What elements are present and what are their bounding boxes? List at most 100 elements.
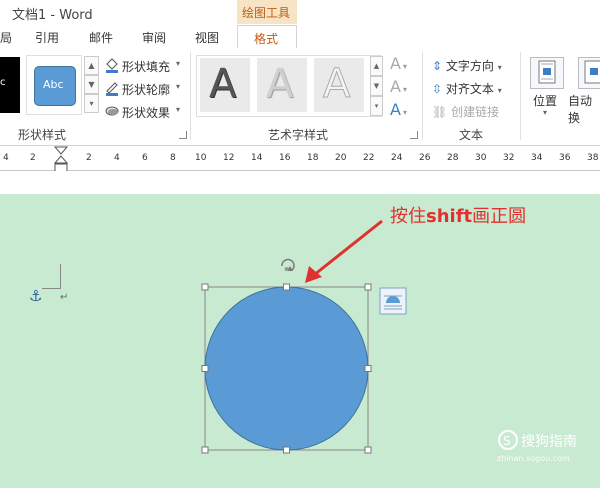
wordart-letter: A (209, 61, 237, 107)
text-outline-icon: A (390, 77, 401, 96)
annotation-prefix: 按住 (390, 206, 426, 227)
wordart-style-gray[interactable]: A (257, 58, 307, 112)
chevron-down-icon: ▾ (176, 59, 181, 68)
annotation-key: shift (426, 206, 473, 227)
rotate-handle-icon[interactable] (281, 258, 295, 271)
ruler-number: 14 (251, 153, 263, 163)
ruler-number: 32 (503, 153, 515, 163)
position-label: 位置 (533, 94, 558, 108)
chevron-down-icon: ▾ (497, 63, 502, 72)
create-link-label: 创建链接 (451, 105, 500, 119)
tab-layout-partial[interactable]: 局 (0, 29, 12, 46)
style-scroll-down-button[interactable]: ▼ (84, 75, 99, 94)
wrap-text-button[interactable] (578, 57, 600, 89)
chevron-down-icon: ▾ (497, 86, 502, 95)
ruler-number: 22 (363, 153, 375, 163)
ruler-number: 24 (391, 153, 403, 163)
svg-text:S: S (503, 434, 511, 448)
drawing-tools-label: 绘图工具 (242, 6, 291, 20)
layout-options-icon[interactable] (379, 287, 407, 315)
wordart-scroll-down-button[interactable]: ▼ (370, 76, 383, 96)
text-direction-label: 文字方向 (445, 59, 494, 73)
wordart-style-outline[interactable]: A (314, 58, 364, 112)
text-outline-button[interactable]: A ▾ (390, 77, 407, 96)
ruler-number: 28 (447, 153, 459, 163)
document-title: 文档1 - Word (12, 8, 93, 23)
link-icon: ⛓ (432, 105, 448, 119)
ruler-number: 4 (3, 153, 9, 163)
group-label-wordart-styles: 艺术字样式 (268, 128, 329, 142)
text-direction-icon: ⇕ (432, 59, 443, 73)
dialog-launcher-icon[interactable] (410, 131, 418, 139)
resize-handle[interactable] (201, 283, 209, 291)
ruler-number: 2 (30, 153, 36, 163)
watermark-brand: 搜狗指南 (521, 434, 577, 450)
ruler-number: 4 (114, 153, 120, 163)
create-link-button[interactable]: ⛓ 创建链接 (432, 103, 499, 120)
resize-handle[interactable] (364, 365, 372, 372)
group-separator (190, 52, 191, 140)
text-fill-button[interactable]: A ▾ (390, 54, 407, 73)
circle-shape[interactable] (204, 286, 369, 451)
swatch-blue-text: Abc (43, 78, 64, 91)
drawing-tools-context-label: 绘图工具 (237, 0, 297, 24)
wordart-more-button[interactable]: ▾ (370, 96, 383, 116)
ruler-number: 30 (475, 153, 487, 163)
horizontal-ruler[interactable]: 4 2 2 4 6 8 10 12 14 16 18 20 22 24 26 2… (0, 146, 600, 171)
style-more-button[interactable]: ▾ (84, 94, 99, 113)
tab-format-label: 格式 (254, 32, 279, 46)
wordart-scroll-up-button[interactable]: ▲ (370, 56, 383, 76)
align-text-label: 对齐文本 (445, 82, 494, 96)
shape-style-swatch-black[interactable]: c (0, 57, 20, 113)
ruler-number: 8 (170, 153, 176, 163)
tab-mailings[interactable]: 邮件 (89, 29, 113, 46)
pen-icon (106, 82, 118, 96)
tab-view[interactable]: 视图 (195, 29, 219, 46)
red-arrow-icon (305, 219, 383, 283)
swatch-black-text: c (0, 77, 6, 88)
ruler-number: 36 (559, 153, 571, 163)
group-label-shape-styles: 形状样式 (18, 128, 67, 142)
ruler-number: 12 (223, 153, 235, 163)
resize-handle[interactable] (201, 446, 209, 454)
shape-style-swatch-blue[interactable]: Abc (34, 66, 76, 106)
watermark-logo-icon: S (498, 430, 518, 450)
watermark-url: zhinan.sogou.com (497, 454, 570, 463)
position-icon (538, 60, 556, 84)
group-label-text: 文本 (459, 128, 484, 142)
wordart-letter: A (322, 61, 351, 108)
ruler-number: 38 (587, 153, 599, 163)
resize-handle[interactable] (364, 283, 372, 291)
ruler-number: 10 (195, 153, 207, 163)
resize-handle[interactable] (201, 365, 209, 372)
wordart-letter: A (266, 61, 294, 107)
chevron-down-icon: ▾ (176, 82, 181, 91)
text-direction-button[interactable]: ⇕ 文字方向 ▾ (432, 57, 502, 74)
indent-marker-icon[interactable] (54, 146, 68, 174)
wrap-text-label: 自动换 (568, 94, 593, 125)
tab-review[interactable]: 审阅 (142, 29, 166, 46)
dialog-launcher-icon[interactable] (179, 131, 187, 139)
align-text-button[interactable]: ⇳ 对齐文本 ▾ (432, 80, 502, 97)
resize-handle[interactable] (283, 283, 290, 291)
wrap-text-icon (584, 60, 600, 84)
ruler-number: 20 (335, 153, 347, 163)
canvas-overlay: S (201, 219, 518, 454)
style-scroll-up-button[interactable]: ▲ (84, 56, 99, 75)
ruler-number: 2 (86, 153, 92, 163)
position-button[interactable] (530, 57, 564, 89)
chevron-down-icon: ▾ (543, 108, 548, 117)
tab-references[interactable]: 引用 (35, 29, 59, 46)
ribbon-tabs: 局 引用 邮件 审阅 视图 (0, 24, 600, 49)
resize-handle[interactable] (283, 446, 290, 454)
document-top-gap (0, 171, 600, 194)
resize-handle[interactable] (364, 446, 372, 454)
ruler-number: 34 (531, 153, 543, 163)
ruler-number: 16 (279, 153, 291, 163)
text-effects-button[interactable]: A ▾ (390, 100, 407, 119)
annotation-text: 按住shift画正圆 (390, 202, 526, 228)
text-fill-icon: A (390, 54, 401, 73)
ruler-number: 26 (419, 153, 431, 163)
tab-format[interactable]: 格式 (237, 25, 297, 50)
wordart-style-dark[interactable]: A (200, 58, 250, 112)
